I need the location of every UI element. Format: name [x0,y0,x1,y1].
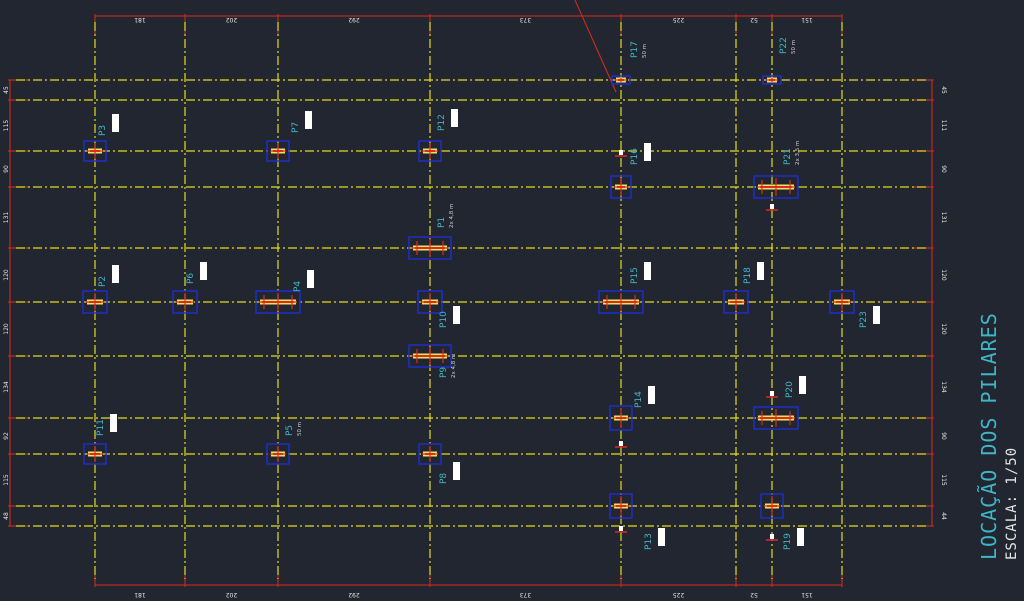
pillar-note: 2x 4,8 m [449,204,455,228]
pillar-tag-box [873,306,880,324]
pillar-tag-box [112,114,119,132]
dim-label-bottom: 292 [348,591,360,598]
pillar-tag-box [658,528,665,546]
dim-label-top: 225 [673,16,685,23]
pillar-note: 50 m [297,422,303,436]
pillar-tag-box [453,306,460,324]
pillar-label: P19 [783,533,793,550]
pillar-note: 2x 4,8 m [451,354,457,378]
dim-label-top: 292 [348,16,360,23]
pillar-label: P18 [743,267,753,284]
pillar-label: P11 [96,419,106,436]
pillar-label: P17 [630,41,640,58]
pillar-tag-box [644,262,651,280]
dim-label-top: 373 [520,16,532,23]
pillar-label: P16 [630,148,640,165]
pillar-label: P21 [783,148,793,165]
pillar-label: P6 [186,273,196,284]
dim-label-left: 120 [3,323,10,335]
pillar-tag-box [797,528,804,546]
dim-label-left: 120 [3,269,10,281]
pillar-tag-box [644,143,651,161]
dim-label-bottom: 225 [673,591,685,598]
dim-label-bottom: 181 [134,591,146,598]
pillar-tag-box [757,262,764,280]
marker-box [619,441,623,446]
dim-label-right: 115 [940,474,947,486]
dim-label-bottom: 202 [226,591,238,598]
dim-label-left: 48 [3,512,10,520]
pillar-label: P4 [293,281,303,292]
dim-label-right: 44 [940,512,947,520]
dim-label-top: 181 [134,16,146,23]
pillar-label: P3 [98,125,108,136]
pillar-label: P7 [291,122,301,133]
dim-label-top: 52 [750,16,758,23]
pillar-tag-box [200,262,207,280]
pillar-label: P1 [437,217,447,228]
dim-label-top: 202 [226,16,238,23]
pillar-tag-box [453,462,460,480]
dim-label-right: 90 [940,432,947,440]
dim-label-bottom: 151 [801,591,813,598]
dim-label-left: 115 [3,474,10,486]
dim-label-left: 131 [3,212,10,224]
dim-label-right: 111 [940,120,947,132]
dim-label-right: 120 [940,269,947,281]
marker-box [770,534,774,539]
dim-label-bottom: 52 [750,591,758,598]
pillar-label: P13 [644,533,654,550]
pillar-label: P23 [859,311,869,328]
pillar-label: P22 [779,37,789,54]
drawing-canvas[interactable]: 181 181 202 202 292 292 373 373 225 225 52 52 151 151… [0,0,1024,601]
pillar-tag-box [451,109,458,127]
drawing-scale: ESCALA: 1/50 [1004,447,1020,560]
dim-label-left: 90 [3,165,10,173]
pillar-tag-box [112,265,119,283]
marker-box [619,150,623,155]
pillar-label: P10 [439,311,449,328]
pillar-note: 2x 3,5 m [795,141,801,165]
pillar-tag-box [648,386,655,404]
pillar-note: 50 m [791,40,797,54]
pillar-label: P2 [98,276,108,287]
dim-label-bottom: 373 [520,591,532,598]
pillar-label: P14 [634,391,644,408]
pillar-label: P9 [439,367,449,378]
pillar-note: 50 m [642,44,648,58]
marker-box [770,204,774,209]
pillar-label: P15 [630,267,640,284]
pillar-label: P5 [285,425,295,436]
canvas-background [0,0,1024,601]
pillar-label: P8 [439,473,449,484]
pillar-tag-box [307,270,314,288]
dim-label-top: 151 [801,16,813,23]
pillar-label: P20 [785,381,795,398]
dim-label-left: 45 [3,86,10,94]
pillar-tag-box [110,414,117,432]
dim-label-right: 120 [940,323,947,335]
dim-label-right: 134 [940,381,947,393]
dim-label-right: 90 [940,165,947,173]
marker-box [619,526,623,531]
marker-box [770,391,774,396]
dim-label-right: 45 [940,86,947,94]
drawing-title: LOCAÇÃO DOS PILARES [977,312,1001,560]
pillar-label: P12 [437,114,447,131]
pillar-tag-box [305,111,312,129]
dim-label-left: 92 [3,432,10,440]
pillar-tag-box [799,376,806,394]
dim-label-left: 134 [3,381,10,393]
dim-label-right: 131 [940,212,947,224]
dim-label-left: 115 [3,120,10,132]
